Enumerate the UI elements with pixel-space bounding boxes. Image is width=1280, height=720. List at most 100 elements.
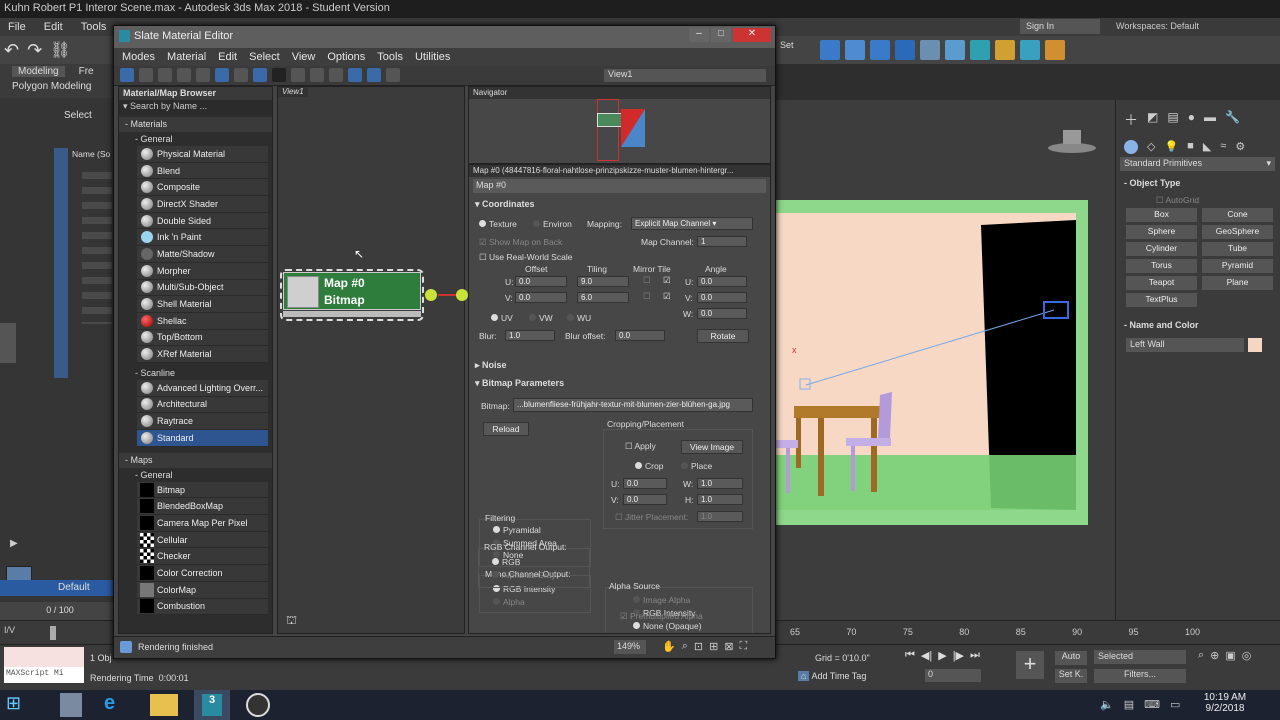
wu-radio[interactable]: WU <box>567 313 591 323</box>
speaker-icon[interactable]: 🔈 <box>1100 698 1114 711</box>
sign-in-dropdown[interactable]: Sign In <box>1020 19 1100 34</box>
pan-hand-icon[interactable]: ⛫ <box>286 613 297 629</box>
alpha-radio[interactable]: Alpha <box>493 597 525 607</box>
maxscript-mini-listener[interactable]: MAXScript Mi <box>4 667 84 683</box>
primitive-button[interactable]: GeoSphere <box>1202 225 1273 239</box>
spacewarps-icon[interactable]: ≈ <box>1220 140 1226 154</box>
map-channel-field[interactable]: 1 <box>697 236 747 247</box>
zoom-extents-icon[interactable]: ▣ <box>1225 649 1235 662</box>
browser-search-input[interactable]: ▾ Search by Name ... <box>119 100 272 114</box>
material-editor-icon[interactable] <box>970 40 990 60</box>
crop-w-field[interactable]: 1.0 <box>697 478 743 489</box>
material-browser-toggle-icon[interactable] <box>348 68 362 82</box>
browser-item[interactable]: BlendedBoxMap <box>137 498 268 516</box>
ribbon-tab-freeform[interactable]: Fre <box>79 66 94 77</box>
browser-sub-general[interactable]: - General <box>119 132 272 146</box>
mirror-icon[interactable] <box>820 40 840 60</box>
default-layer-bar[interactable]: Default <box>0 580 120 596</box>
calculator-icon[interactable] <box>60 693 82 717</box>
primitive-button[interactable]: TextPlus <box>1126 293 1197 307</box>
browser-item[interactable]: Physical Material <box>137 146 268 163</box>
browser-section-maps[interactable]: - Maps <box>119 452 272 468</box>
primitive-button[interactable]: Torus <box>1126 259 1197 273</box>
browser-item[interactable]: Blend <box>137 162 268 180</box>
primitive-button[interactable]: Sphere <box>1126 225 1197 239</box>
set-dropdown[interactable]: Set <box>780 40 794 50</box>
browser-section-materials[interactable]: - Materials <box>119 117 272 132</box>
object-name-field[interactable]: Left Wall <box>1126 338 1244 352</box>
zoom-dropdown[interactable]: 149% <box>614 640 646 654</box>
apply-checkbox[interactable]: ☐ Apply <box>625 441 656 452</box>
view-tab[interactable]: View1 <box>278 87 308 97</box>
move-children-icon[interactable] <box>215 68 229 82</box>
crop-v-field[interactable]: 0.0 <box>623 494 667 505</box>
viewcube-ring[interactable] <box>1048 143 1096 153</box>
autogrid-checkbox[interactable]: ☐ AutoGrid <box>1156 195 1199 206</box>
render-icon[interactable] <box>1045 40 1065 60</box>
sme-menu-tools[interactable]: Tools <box>377 51 403 63</box>
bitmap-params-rollout[interactable]: ▾ Bitmap Parameters <box>475 378 564 389</box>
show-map-on-back-checkbox[interactable]: ☑ Show Map on Back <box>479 237 562 248</box>
primitive-button[interactable]: Plane <box>1202 276 1273 290</box>
play-button-icon[interactable]: ▶ <box>938 649 946 662</box>
notification-icon[interactable]: ▭ <box>1170 698 1180 711</box>
show-map-icon[interactable] <box>253 68 267 82</box>
v-angle-field[interactable]: 0.0 <box>697 292 747 303</box>
browser-item[interactable]: Morpher <box>137 262 268 280</box>
use-real-world-checkbox[interactable]: ☐ Use Real-World Scale <box>479 252 572 263</box>
tray-clock[interactable]: 10:19 AM 9/2/2018 <box>1200 692 1250 714</box>
browser-item[interactable]: Cellular <box>137 531 268 549</box>
map-name-field[interactable]: Map #0 <box>473 179 766 193</box>
browser-item[interactable]: XRef Material <box>137 346 268 363</box>
v-offset-field[interactable]: 0.0 <box>515 292 567 303</box>
hide-unused-icon[interactable] <box>234 68 248 82</box>
premultiplied-alpha-checkbox[interactable]: ☑ Premultiplied Alpha <box>620 611 703 622</box>
primitive-button[interactable]: Cone <box>1202 208 1273 222</box>
select-tool-icon[interactable] <box>120 68 134 82</box>
image-alpha-radio[interactable]: Image Alpha <box>633 595 690 605</box>
browser-item[interactable]: Color Correction <box>137 565 268 582</box>
background-icon[interactable] <box>272 68 286 82</box>
go-end-icon[interactable]: ⏭ <box>970 649 980 662</box>
systems-icon[interactable]: ⚙ <box>1235 140 1245 154</box>
network-icon[interactable]: ▤ <box>1124 698 1134 711</box>
curve-editor-icon[interactable] <box>920 40 940 60</box>
browser-item[interactable]: Combustion <box>137 598 268 616</box>
geometry-icon[interactable] <box>1124 140 1138 154</box>
undo-icon[interactable]: ↶ <box>4 40 19 61</box>
bitmap-node[interactable]: Map #0 Bitmap <box>283 272 421 310</box>
helpers-icon[interactable]: ◣ <box>1203 140 1211 154</box>
primitive-button[interactable]: Cylinder <box>1126 242 1197 256</box>
primitive-button[interactable]: Teapot <box>1126 276 1197 290</box>
delete-icon[interactable] <box>196 68 210 82</box>
obs-icon[interactable] <box>246 693 270 717</box>
zoom-icon[interactable]: ⌕ <box>1198 649 1204 662</box>
object-type-rollout[interactable]: - Object Type <box>1124 178 1180 188</box>
v-mirror-checkbox[interactable]: ☐ <box>643 291 651 302</box>
set-key-icon[interactable]: + <box>1016 651 1044 679</box>
texture-radio[interactable]: Texture <box>479 219 517 229</box>
redo-icon[interactable]: ↷ <box>27 40 42 61</box>
close-icon[interactable]: ✕ <box>733 28 771 42</box>
sample-slot-icon[interactable] <box>291 68 305 82</box>
rotate-button[interactable]: Rotate <box>697 329 749 343</box>
layer-icon[interactable] <box>870 40 890 60</box>
menu-file[interactable]: File <box>8 21 26 33</box>
add-time-tag[interactable]: ⌂ Add Time Tag <box>798 671 866 681</box>
menu-edit[interactable]: Edit <box>44 21 63 33</box>
display-tab-icon[interactable]: ▬ <box>1204 110 1216 130</box>
mapping-dropdown[interactable]: Explicit Map Channel ▾ <box>631 217 753 230</box>
node-output-socket[interactable] <box>425 289 437 301</box>
reload-button[interactable]: Reload <box>483 422 529 436</box>
select-tab[interactable]: Select <box>64 110 92 121</box>
name-color-rollout[interactable]: - Name and Color <box>1124 320 1199 330</box>
browser-item[interactable]: Double Sided <box>137 212 268 230</box>
sme-menu-options[interactable]: Options <box>327 51 365 63</box>
toggle-scene-explorer-icon[interactable] <box>895 40 915 60</box>
navigator-view-rect[interactable] <box>597 99 619 161</box>
zoom-tool-icon[interactable]: ⌕ <box>682 640 688 653</box>
time-slider-thumb[interactable] <box>50 626 56 640</box>
maximize-icon[interactable]: □ <box>711 28 731 42</box>
rendered-frame-icon[interactable] <box>1020 40 1040 60</box>
browser-item[interactable]: Camera Map Per Pixel <box>137 515 268 532</box>
